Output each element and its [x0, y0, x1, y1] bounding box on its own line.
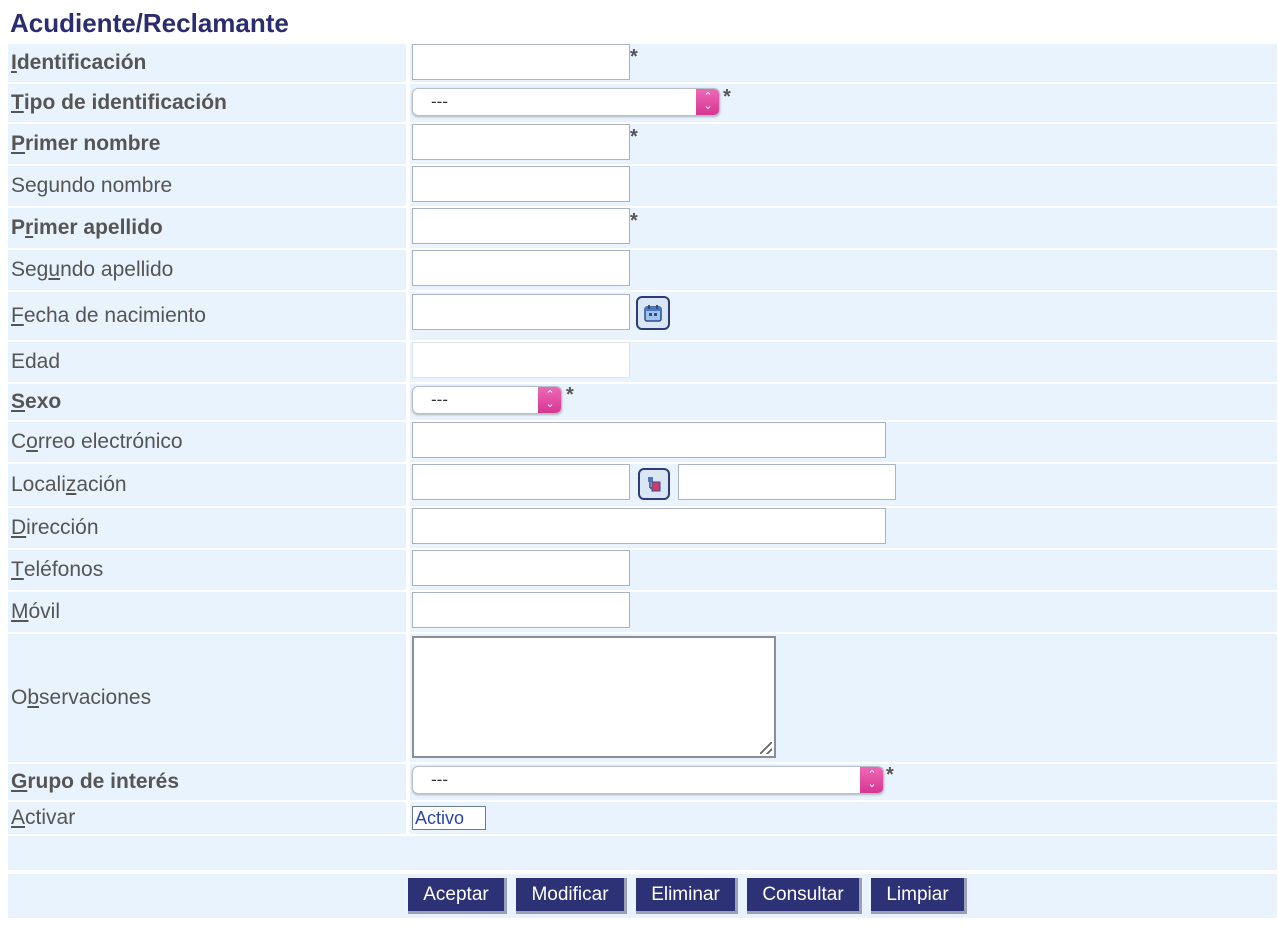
localizacion-code-input[interactable]: [412, 464, 630, 500]
row-correo: Co rreo electrónico: [8, 422, 1277, 462]
fecha-nacimiento-input[interactable]: [412, 294, 630, 330]
label-primer-apellido: Pr imer apellido: [8, 208, 406, 248]
chevron-up-down-icon: ⌃ ⌄: [696, 89, 719, 115]
label-correo: Co rreo electrónico: [8, 422, 406, 462]
consultar-button[interactable]: Consultar: [747, 878, 862, 914]
label-direccion: Dirección: [8, 508, 406, 548]
telefonos-input[interactable]: [412, 550, 630, 586]
row-primer-nombre: Primer nombre *: [8, 124, 1277, 164]
resize-grip-icon[interactable]: [760, 742, 772, 754]
calendar-icon: [644, 305, 662, 322]
section-title: Acudiente/Reclamante: [10, 8, 289, 38]
edad-input: [412, 342, 630, 378]
aceptar-button[interactable]: Aceptar: [408, 878, 507, 914]
row-primer-apellido: Pr imer apellido *: [8, 208, 1277, 248]
row-identificacion: Identificación *: [8, 44, 1277, 82]
row-segundo-apellido: Seg u ndo apellido: [8, 250, 1277, 290]
required-mark: *: [723, 86, 731, 108]
label-primer-nombre: Primer nombre: [8, 124, 406, 164]
modificar-button[interactable]: Modificar: [516, 878, 627, 914]
activar-toggle[interactable]: Activo: [412, 806, 486, 830]
label-segundo-apellido: Seg u ndo apellido: [8, 250, 406, 290]
tipo-identificacion-select[interactable]: --- ⌃ ⌄: [412, 88, 720, 116]
direccion-input[interactable]: [412, 508, 886, 544]
required-mark: *: [886, 764, 894, 786]
row-spacer: [8, 836, 1277, 870]
required-mark: *: [630, 46, 638, 68]
required-mark: *: [630, 210, 638, 232]
label-edad: Edad: [8, 342, 406, 382]
calendar-button[interactable]: [636, 296, 670, 330]
label-localizacion: Locali z ación: [8, 464, 406, 506]
row-fecha-nacimiento: Fecha de nacimiento: [8, 292, 1277, 340]
localizacion-name-input[interactable]: [678, 464, 896, 500]
row-movil: Móvil: [8, 592, 1277, 632]
label-segundo-nombre: Segundo nombre: [8, 166, 406, 206]
row-observaciones: Ob servaciones: [8, 634, 1277, 762]
label-telefonos: Teléfonos: [8, 550, 406, 590]
primer-nombre-input[interactable]: [412, 124, 630, 160]
label-observaciones: Ob servaciones: [8, 634, 406, 762]
row-segundo-nombre: Segundo nombre: [8, 166, 1277, 206]
label-activar: Activar: [8, 802, 406, 834]
location-picker-icon: [648, 477, 661, 492]
label-sexo: Sexo: [8, 384, 406, 420]
movil-input[interactable]: [412, 592, 630, 628]
row-activar: Activar Activo: [8, 802, 1277, 834]
chevron-up-down-icon: ⌃ ⌄: [538, 387, 561, 413]
required-mark: *: [566, 384, 574, 406]
label-identificacion: Identificación: [8, 44, 406, 82]
correo-input[interactable]: [412, 422, 886, 458]
eliminar-button[interactable]: Eliminar: [636, 878, 738, 914]
label-movil: Móvil: [8, 592, 406, 632]
button-bar: Aceptar Modificar Eliminar Consultar Lim…: [8, 874, 1277, 918]
row-grupo-interes: Grupo de interés --- ⌃ ⌄ *: [8, 764, 1277, 800]
limpiar-button[interactable]: Limpiar: [871, 878, 967, 914]
identificacion-input[interactable]: [412, 44, 630, 80]
chevron-up-down-icon: ⌃ ⌄: [860, 767, 883, 793]
row-localizacion: Locali z ación: [8, 464, 1277, 506]
grupo-interes-select[interactable]: --- ⌃ ⌄: [412, 766, 884, 794]
row-tipo-identificacion: Tipo de identificación --- ⌃ ⌄ *: [8, 84, 1277, 122]
row-sexo: Sexo --- ⌃ ⌄ *: [8, 384, 1277, 420]
sexo-select[interactable]: --- ⌃ ⌄: [412, 386, 562, 414]
row-direccion: Dirección: [8, 508, 1277, 548]
row-edad: Edad: [8, 342, 1277, 382]
segundo-nombre-input[interactable]: [412, 166, 630, 202]
segundo-apellido-input[interactable]: [412, 250, 630, 286]
row-telefonos: Teléfonos: [8, 550, 1277, 590]
label-tipo-identificacion: Tipo de identificación: [8, 84, 406, 122]
required-mark: *: [630, 126, 638, 148]
label-fecha-nacimiento: Fecha de nacimiento: [8, 292, 406, 340]
label-grupo-interes: Grupo de interés: [8, 764, 406, 800]
observaciones-textarea[interactable]: [412, 636, 776, 758]
primer-apellido-input[interactable]: [412, 208, 630, 244]
location-picker-button[interactable]: [638, 468, 670, 500]
